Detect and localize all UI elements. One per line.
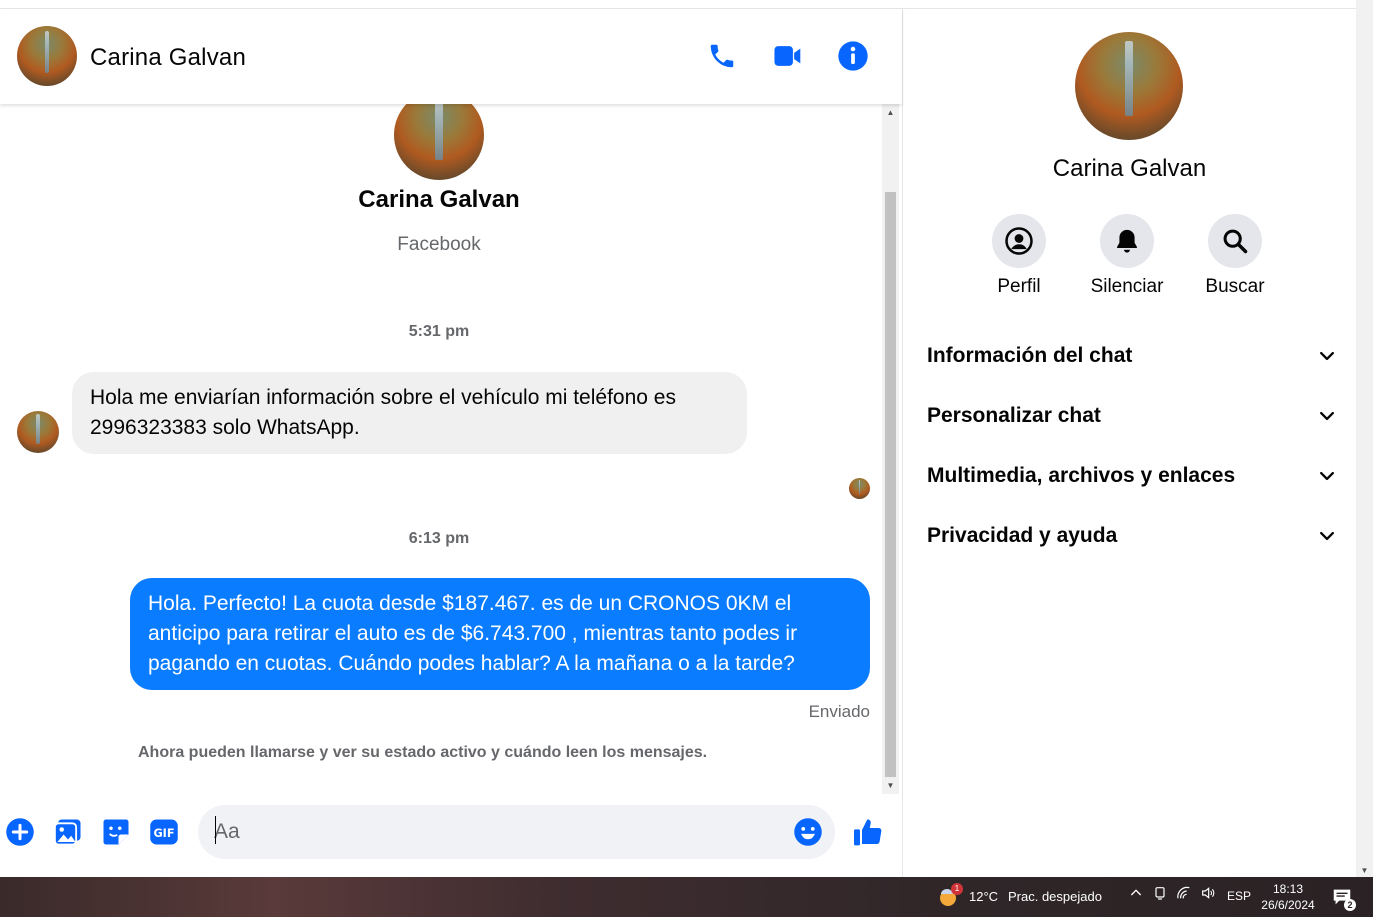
mute-label: Silenciar <box>1090 276 1164 297</box>
chat-scrollbar[interactable]: ▲ ▼ <box>882 104 899 794</box>
scroll-down-arrow-icon[interactable]: ▼ <box>1356 866 1373 875</box>
section-title: Información del chat <box>927 344 1133 367</box>
wifi-icon[interactable] <box>1176 885 1192 901</box>
phone-icon[interactable] <box>705 39 739 73</box>
info-icon[interactable] <box>836 39 870 73</box>
chevron-down-icon[interactable] <box>1317 466 1337 486</box>
notifications-badge: 2 <box>1344 899 1356 911</box>
profile-name: Carina Galvan <box>358 186 520 213</box>
profile-source: Facebook <box>397 234 481 255</box>
thumbs-up-icon[interactable] <box>851 815 885 849</box>
chevron-up-icon[interactable] <box>1128 885 1144 901</box>
profile-icon[interactable] <box>992 214 1046 268</box>
timestamp: 5:31 pm <box>408 323 470 340</box>
emoji-icon[interactable] <box>791 815 825 849</box>
meet-icon[interactable] <box>1152 885 1168 901</box>
info-name: Carina Galvan <box>1052 155 1207 182</box>
section-title: Personalizar chat <box>927 404 1101 427</box>
clock[interactable]: 18:13 26/6/2024 <box>1258 881 1318 913</box>
scroll-up-arrow-icon[interactable]: ▲ <box>882 104 899 121</box>
section-customize-chat[interactable]: Personalizar chat <box>927 396 1337 436</box>
timestamp: 6:13 pm <box>408 530 470 547</box>
section-media-files-links[interactable]: Multimedia, archivos y enlaces <box>927 456 1337 496</box>
privacy-notice: Ahora pueden llamarse y ver su estado ac… <box>138 744 708 761</box>
text-caret <box>215 816 216 844</box>
top-border <box>0 0 1356 9</box>
sticker-icon[interactable] <box>99 815 133 849</box>
svg-text:GIF: GIF <box>153 827 174 840</box>
temperature[interactable]: 12°C <box>969 889 998 904</box>
mute-button[interactable]: Silenciar <box>1082 214 1172 298</box>
weather-badge: 1 <box>951 883 963 895</box>
window-scrollbar[interactable]: ▼ <box>1356 0 1373 877</box>
chevron-down-icon[interactable] <box>1317 406 1337 426</box>
chevron-down-icon[interactable] <box>1317 346 1337 366</box>
profile-button[interactable]: Perfil <box>974 214 1064 298</box>
message-status: Enviado <box>808 702 870 721</box>
sender-avatar[interactable] <box>17 411 59 453</box>
contact-name[interactable]: Carina Galvan <box>90 44 246 72</box>
scroll-thumb[interactable] <box>885 192 896 777</box>
search-label: Buscar <box>1205 276 1265 297</box>
photo-gallery-icon[interactable] <box>51 815 85 849</box>
conversation-info-pane: Carina Galvan Perfil Silenciar Buscar In… <box>903 9 1356 877</box>
outgoing-message[interactable]: Hola. Perfecto! La cuota desde $187.467.… <box>130 578 870 690</box>
profile-label: Perfil <box>997 276 1041 297</box>
input-language[interactable]: ESP <box>1227 889 1251 903</box>
chat-pane: Carina Galvan Carina Galvan Facebook 5:3… <box>0 9 902 877</box>
windows-taskbar: 1 12°C Prac. despejado ESP 18:13 26/6/20… <box>0 877 1373 917</box>
section-title: Privacidad y ayuda <box>927 524 1118 547</box>
scroll-down-arrow-icon[interactable]: ▼ <box>882 777 899 794</box>
clock-time: 18:13 <box>1272 882 1304 896</box>
search-icon[interactable] <box>1208 214 1262 268</box>
section-privacy-help[interactable]: Privacidad y ayuda <box>927 516 1337 556</box>
message-list: Carina Galvan Facebook 5:31 pm Hola me e… <box>0 104 882 794</box>
weather-condition[interactable]: Prac. despejado <box>1008 889 1102 904</box>
profile-avatar[interactable] <box>394 104 484 180</box>
section-title: Multimedia, archivos y enlaces <box>927 464 1236 487</box>
message-input[interactable] <box>214 815 774 849</box>
gif-icon[interactable]: GIF <box>147 815 181 849</box>
message-composer: GIF <box>0 799 902 877</box>
system-tray <box>1128 885 1216 901</box>
clock-date: 26/6/2024 <box>1261 898 1315 912</box>
video-camera-icon[interactable] <box>771 39 805 73</box>
info-avatar[interactable] <box>1075 32 1183 140</box>
plus-icon[interactable] <box>3 815 37 849</box>
message-input-wrapper[interactable] <box>198 805 835 859</box>
bell-icon[interactable] <box>1100 214 1154 268</box>
seen-indicator-avatar <box>849 478 870 499</box>
speaker-icon[interactable] <box>1200 885 1216 901</box>
chat-header: Carina Galvan <box>0 9 902 104</box>
chevron-down-icon[interactable] <box>1317 526 1337 546</box>
contact-avatar[interactable] <box>17 26 77 86</box>
section-chat-info[interactable]: Información del chat <box>927 336 1337 376</box>
incoming-message[interactable]: Hola me enviarían información sobre el v… <box>72 372 747 454</box>
messenger-window: Carina Galvan Carina Galvan Facebook 5:3… <box>0 0 1373 917</box>
search-button[interactable]: Buscar <box>1190 214 1280 298</box>
